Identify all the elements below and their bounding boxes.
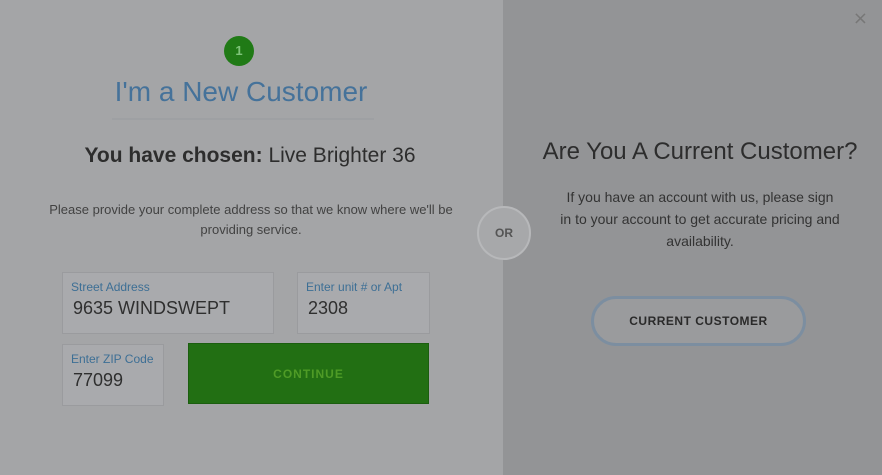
zip-code-input[interactable]: 77099 — [73, 370, 123, 391]
address-instructions: Please provide your complete address so … — [49, 202, 453, 237]
continue-button[interactable]: CONTINUE — [188, 343, 429, 404]
chosen-prefix: You have chosen: — [84, 144, 263, 167]
or-divider: OR — [477, 206, 531, 260]
new-customer-title: I'm a New Customer — [114, 76, 368, 107]
street-address-field[interactable]: Street Address 9635 WINDSWEPT — [62, 272, 274, 334]
zip-code-field[interactable]: Enter ZIP Code 77099 — [62, 344, 164, 406]
chosen-plan-name: Live Brighter 36 — [268, 144, 416, 167]
current-customer-description: If you have an account with us, please s… — [560, 189, 840, 249]
unit-field[interactable]: Enter unit # or Apt 2308 — [297, 272, 430, 334]
step-number-badge: 1 — [224, 36, 254, 66]
close-icon[interactable]: × — [853, 8, 868, 29]
unit-input[interactable]: 2308 — [308, 298, 348, 319]
chosen-plan-text: You have chosen: Live Brighter 36 — [50, 144, 450, 168]
zip-code-label: Enter ZIP Code — [71, 352, 154, 366]
street-address-label: Street Address — [71, 280, 150, 294]
current-customer-button[interactable]: CURRENT CUSTOMER — [591, 296, 806, 346]
title-underline — [112, 118, 374, 120]
unit-label: Enter unit # or Apt — [306, 280, 403, 294]
current-customer-title: Are You A Current Customer? — [542, 138, 858, 165]
street-address-input[interactable]: 9635 WINDSWEPT — [73, 298, 230, 319]
